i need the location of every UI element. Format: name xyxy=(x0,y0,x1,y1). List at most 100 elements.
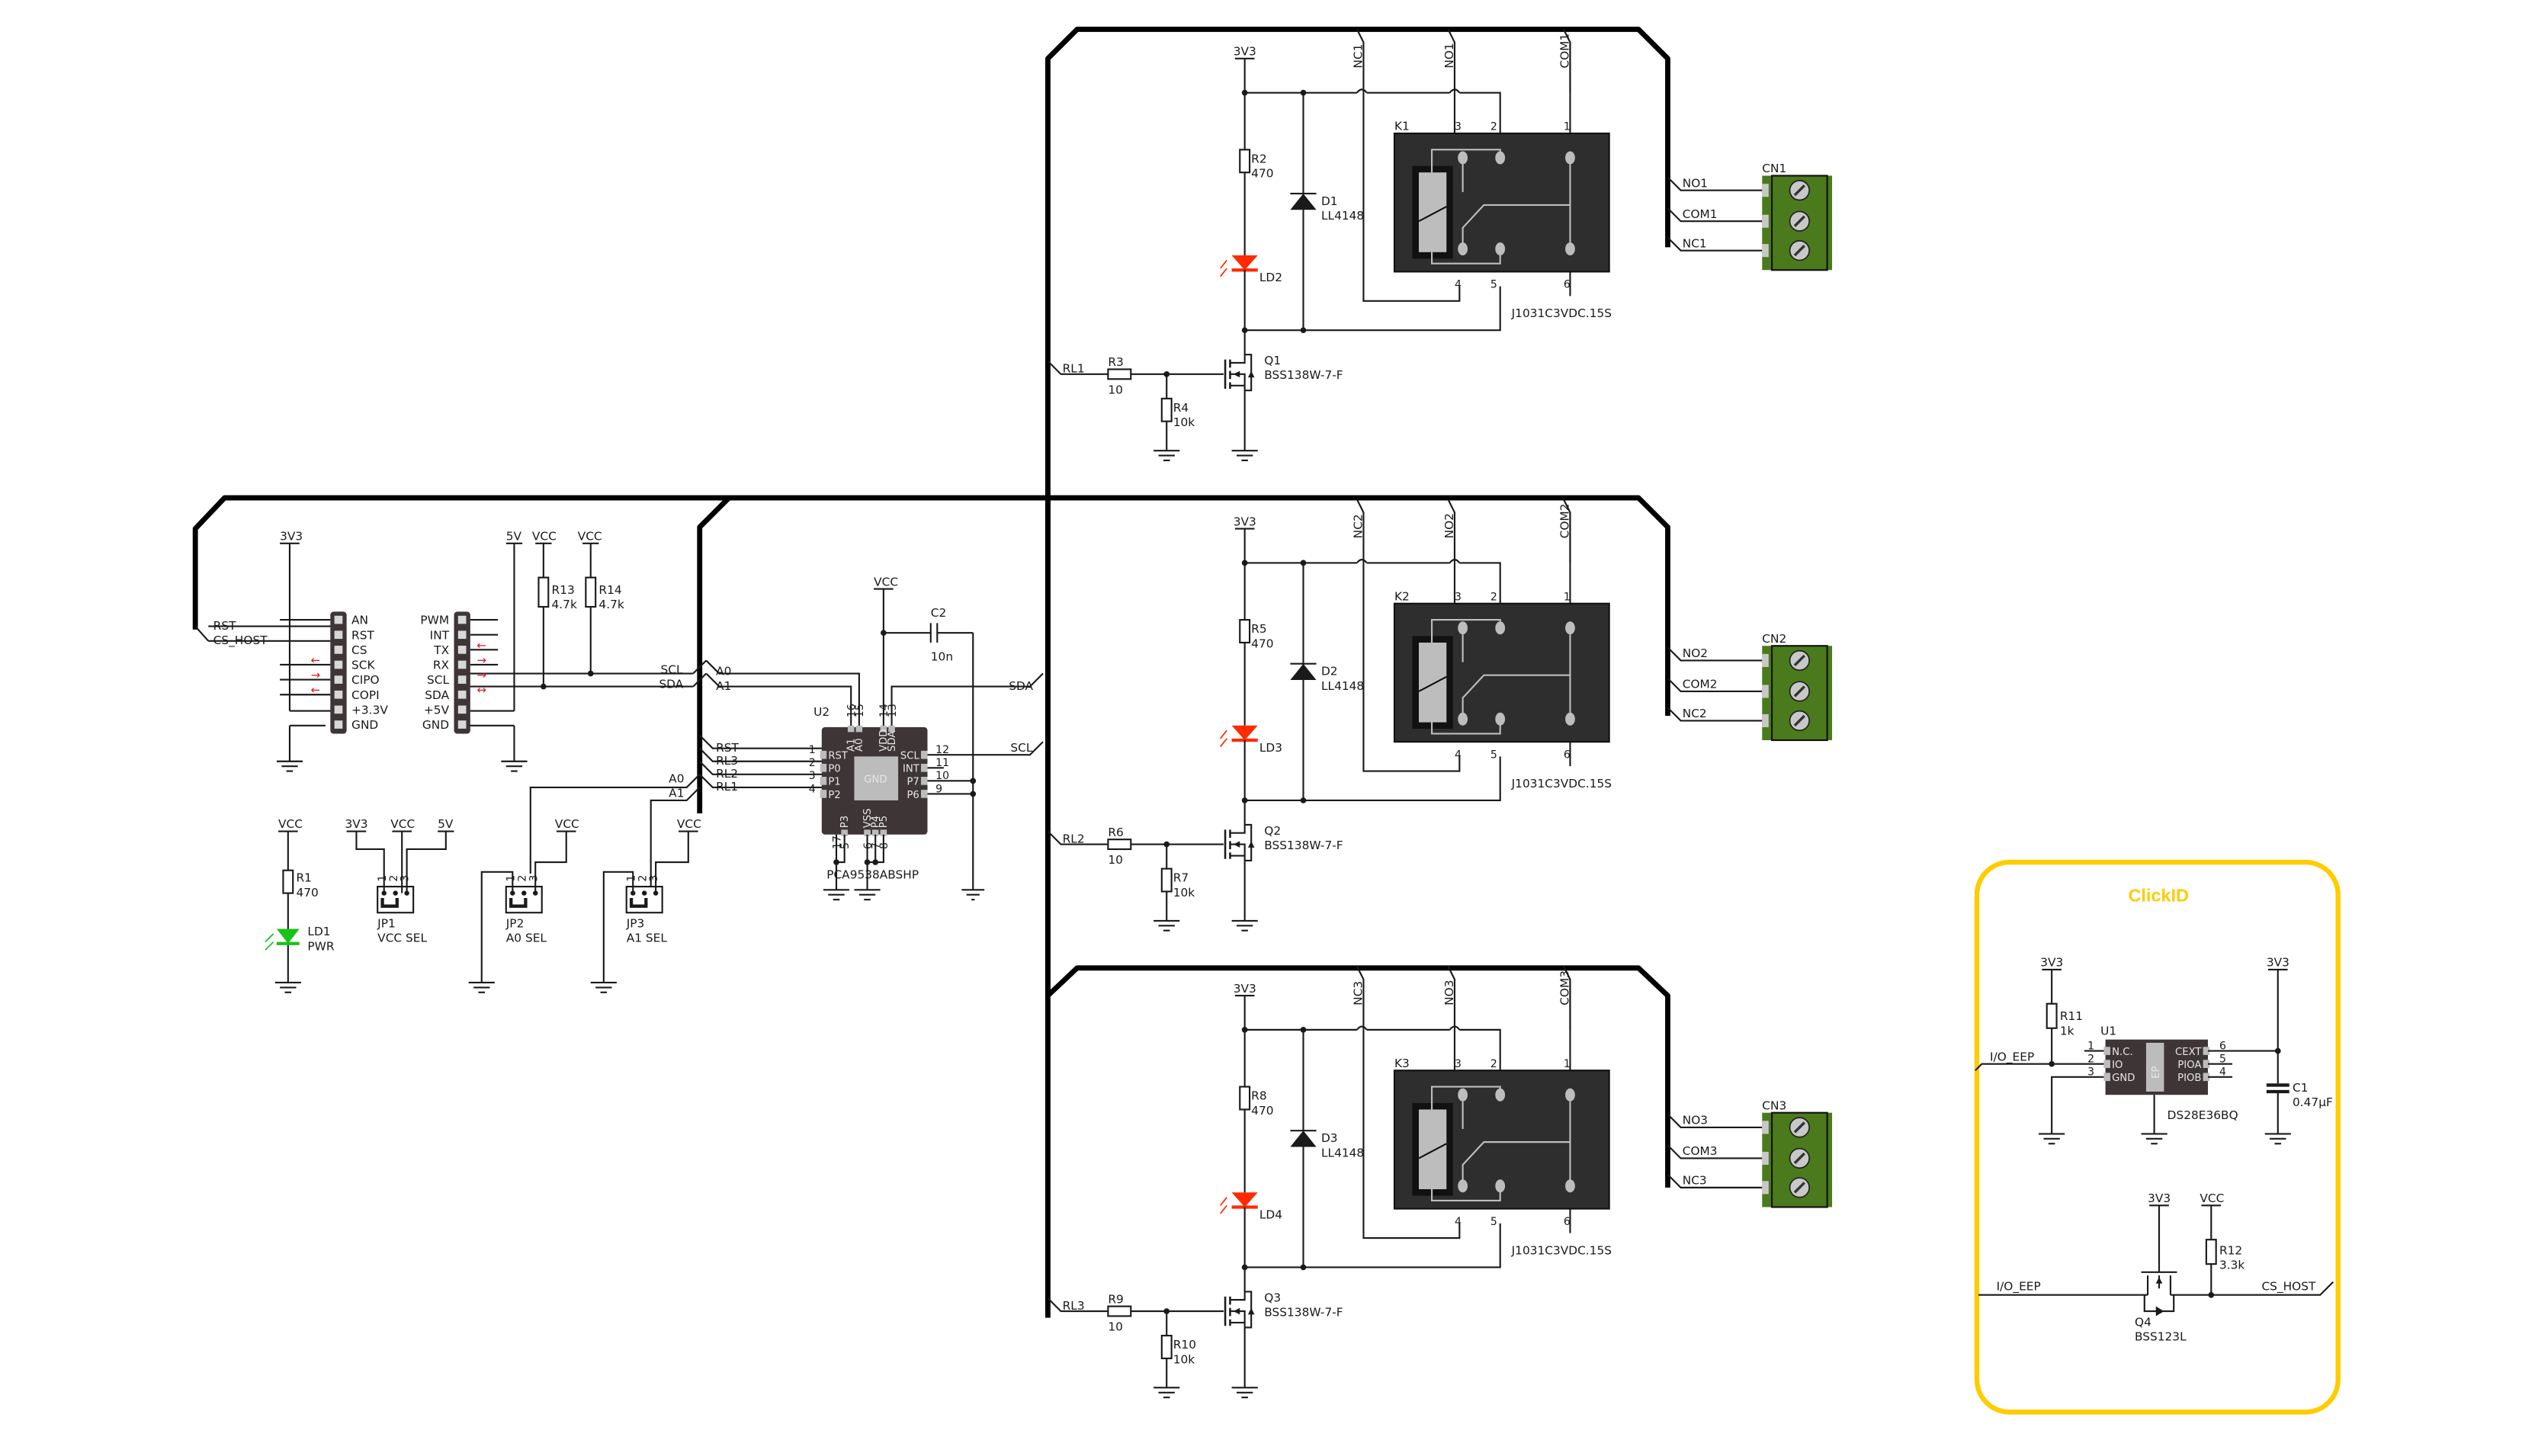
pin-number: 4 xyxy=(1455,1216,1462,1228)
mosfet-part: BSS138W-7-F xyxy=(1264,839,1343,852)
terminal-block-cn3: NO3 COM3 NC3 CN3 xyxy=(1667,1098,1833,1208)
pin-number: 4 xyxy=(1455,279,1462,291)
wire xyxy=(1244,823,1253,861)
net-label-scl: SCL xyxy=(661,663,683,677)
header-pin xyxy=(457,675,467,684)
pin-name: SDA xyxy=(887,731,898,752)
resistor-r5 xyxy=(1239,619,1251,644)
net-label-nc2: NC2 xyxy=(1683,707,1707,720)
u1-pin xyxy=(2103,1073,2110,1082)
light-arrows-icon xyxy=(1219,730,1227,748)
terminal-block-cn1: NO1 COM1 NC1 CN1 xyxy=(1667,162,1833,271)
jumper-name: VCC SEL xyxy=(377,932,427,945)
wire xyxy=(534,831,567,893)
wire xyxy=(1244,1291,1253,1329)
relay-channel-2: 3V3 R5470 LD3 D2LL4148 NC2 NO2 COM2 K2 3 2 1 4 5 6 J10… xyxy=(1047,499,1833,932)
pin-name: P5 xyxy=(878,816,890,828)
pin-number: 6 xyxy=(1564,1216,1571,1228)
relay-terminal xyxy=(1565,712,1575,726)
ground-symbol xyxy=(1231,450,1258,462)
power-led: VCC R1 470 LD1 PWR xyxy=(265,817,335,993)
net-label-nc3: NC3 xyxy=(1683,1174,1707,1188)
u1-pin xyxy=(2103,1060,2110,1069)
wire xyxy=(406,831,447,893)
header-pin xyxy=(457,705,467,714)
resistor-r10 xyxy=(1160,1335,1173,1360)
relay-terminal xyxy=(1495,1179,1506,1193)
relay-terminal xyxy=(1565,151,1575,165)
pin-name: P0 xyxy=(828,764,840,775)
relay-ref: K2 xyxy=(1394,589,1410,603)
header-pin xyxy=(457,660,467,669)
value-r3: 10 xyxy=(1108,383,1123,396)
resistor-r12 xyxy=(2205,1239,2217,1265)
value-r4: 10k xyxy=(1173,415,1195,429)
power-label-vcc: VCC xyxy=(578,530,602,544)
pin-number: 2 xyxy=(1490,591,1497,603)
pin-name: N.C. xyxy=(2112,1047,2133,1058)
pin-name: RST xyxy=(828,751,849,762)
wire xyxy=(1244,91,1501,133)
label-c2: C2 xyxy=(931,606,947,620)
resistor-r14 xyxy=(585,576,597,608)
relay-ref: K3 xyxy=(1394,1057,1410,1070)
net-label-a0: A0 xyxy=(716,665,731,678)
jumper-ref: JP1 xyxy=(377,916,396,930)
u1-ref: U1 xyxy=(2100,1024,2116,1037)
u2-part: PCA9538ABSHP xyxy=(826,868,919,881)
pin-label-gnd: GND xyxy=(351,718,378,732)
ground-symbol xyxy=(468,981,495,993)
pin-number: 1 xyxy=(1564,1058,1571,1070)
mosfet-q1: Q1BSS138W-7-F xyxy=(1224,354,1343,451)
wire xyxy=(355,831,385,893)
pin-label-scl: SCL xyxy=(427,673,449,687)
direction-arrow-icon: ← xyxy=(311,683,321,697)
label-ld2: LD2 xyxy=(1259,271,1282,284)
relay-terminal xyxy=(1458,1088,1468,1102)
u1-ep-label: EP xyxy=(2151,1066,2162,1079)
pin-number: 5 xyxy=(1490,749,1497,761)
resistor-r2 xyxy=(1239,149,1251,174)
pin-number: 11 xyxy=(935,757,949,769)
resistor-r3 xyxy=(1107,368,1132,380)
net-label-io-eep: I/O_EEP xyxy=(1990,1050,2034,1064)
header-pin xyxy=(334,615,343,624)
u2-pin xyxy=(920,777,928,785)
ground-symbol xyxy=(1154,1387,1180,1399)
light-arrows-icon xyxy=(1219,259,1227,277)
relay-ref: K1 xyxy=(1394,120,1410,133)
wire xyxy=(1244,286,1501,332)
pin-number: 13 xyxy=(887,704,899,717)
mosfet-ref: Q1 xyxy=(1264,354,1281,367)
direction-arrow-icon: → xyxy=(476,669,486,682)
label-r5: R5 xyxy=(1251,622,1266,636)
pin-number: 1 xyxy=(1564,121,1571,133)
resistor-r6 xyxy=(1107,839,1132,851)
label-r3: R3 xyxy=(1108,355,1123,369)
direction-arrow-icon: ← xyxy=(311,653,321,667)
u2-pin xyxy=(847,725,855,733)
relay-channel-3: 3V3 R8470 LD4 D3LL4148 NC3 NO3 COM3 K3 3 2 1 4 5 6 J10… xyxy=(1047,966,1833,1399)
terminal-pin xyxy=(1762,714,1769,727)
pin-number: 1 xyxy=(505,875,517,882)
led-ld3 xyxy=(1231,725,1258,741)
relay-part: J1031C3VDC.15S xyxy=(1511,306,1612,320)
label-r6: R6 xyxy=(1108,826,1123,839)
pin-number: 2 xyxy=(1490,121,1497,133)
label-ld4: LD4 xyxy=(1259,1207,1282,1221)
resistor-r4 xyxy=(1160,397,1173,422)
pin-number: 3 xyxy=(648,875,660,882)
pin-name: CEXT xyxy=(2175,1047,2202,1058)
relay-terminal xyxy=(1565,1088,1575,1102)
header-right-body xyxy=(454,611,470,734)
pin-number: 12 xyxy=(935,744,949,756)
relay-channels: 3V3R2470LD2D1LL4148NC1 NO1 COM1K1 3 2 14 5 6J10… xyxy=(1047,28,1833,1399)
mosfet-body-diode xyxy=(1247,1307,1255,1315)
wire xyxy=(1244,756,1501,802)
power-label-vcc: VCC xyxy=(2200,1191,2224,1205)
mosfet-body-diode xyxy=(1247,841,1255,848)
wire xyxy=(655,831,689,893)
ground-symbol xyxy=(1231,919,1258,932)
relay-part: J1031C3VDC.15S xyxy=(1511,777,1612,791)
pin-label-int: INT xyxy=(430,628,450,642)
